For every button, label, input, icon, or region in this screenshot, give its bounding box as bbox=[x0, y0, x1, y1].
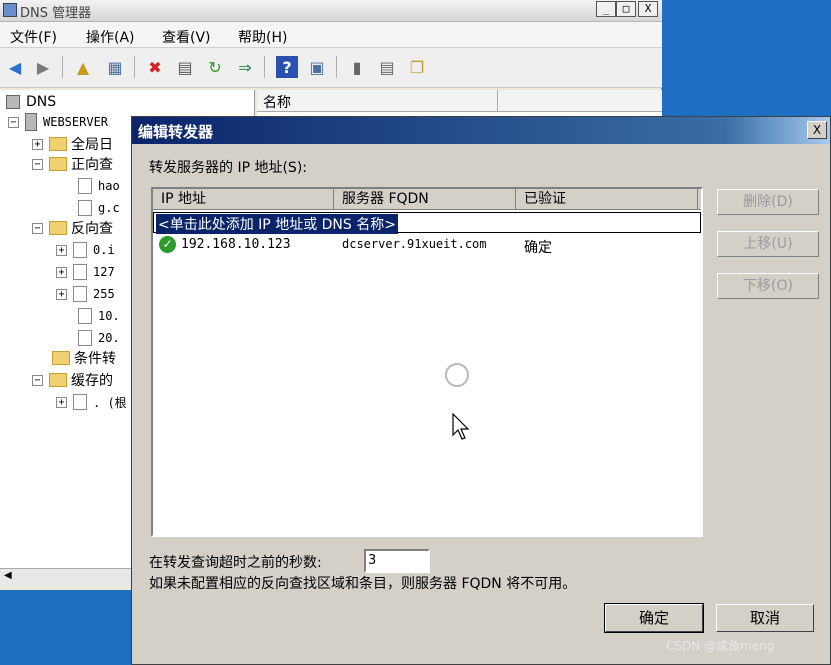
menu-view[interactable]: 查看(V) bbox=[162, 27, 211, 47]
dns-icon bbox=[6, 95, 20, 109]
tree-item[interactable]: 10. bbox=[78, 306, 120, 326]
column-fqdn[interactable]: 服务器 FQDN bbox=[334, 189, 516, 210]
zone-icon bbox=[78, 178, 92, 194]
tree-item[interactable]: g.c bbox=[78, 198, 120, 218]
forwarder-row[interactable]: ✓ 192.168.10.123 dcserver.91xueit.com 确定 bbox=[153, 235, 701, 256]
column-ip[interactable]: IP 地址 bbox=[153, 189, 334, 210]
toolbar: ◀ ▶ ▲ ▦ ✖ ▤ ↻ ⇒ ? ▣ ▮ ▤ ❐ bbox=[0, 48, 662, 88]
menu-file[interactable]: 文件(F) bbox=[10, 27, 57, 47]
servers-label: 转发服务器的 IP 地址(S): bbox=[149, 160, 307, 176]
menu-bar: 文件(F) 操作(A) 查看(V) 帮助(H) bbox=[0, 22, 662, 48]
zone-icon bbox=[73, 394, 87, 410]
check-icon: ✓ bbox=[159, 236, 176, 253]
properties-icon[interactable]: ▤ bbox=[174, 56, 196, 78]
move-down-button[interactable]: 下移(O) bbox=[717, 273, 819, 299]
folder-icon bbox=[49, 157, 67, 171]
delete-button[interactable]: 删除(D) bbox=[717, 189, 819, 215]
main-window-title: DNS 管理器 bbox=[20, 6, 92, 21]
zone-icon bbox=[78, 200, 92, 216]
close-button[interactable]: X bbox=[638, 1, 658, 17]
tree-item[interactable]: hao bbox=[78, 176, 120, 196]
server-icon bbox=[25, 113, 37, 131]
timeout-label: 在转发查询超时之前的秒数: bbox=[149, 555, 322, 571]
tree-root-dns[interactable]: DNS bbox=[6, 92, 56, 112]
refresh-icon[interactable]: ↻ bbox=[204, 56, 226, 78]
export-list-icon[interactable]: ⇒ bbox=[234, 56, 256, 78]
tree-item[interactable]: − 反向查 bbox=[32, 218, 113, 238]
zone-icon bbox=[73, 264, 87, 280]
mouse-cursor-icon bbox=[452, 413, 470, 440]
back-icon[interactable]: ◀ bbox=[4, 56, 26, 78]
dialog-titlebar: 编辑转发器 X bbox=[132, 117, 830, 144]
dialog-close-button[interactable]: X bbox=[807, 121, 827, 139]
zone-icon bbox=[78, 308, 92, 324]
copy-icon[interactable]: ❐ bbox=[406, 56, 428, 78]
tree-item[interactable]: +127 bbox=[56, 262, 115, 282]
maximize-button[interactable]: □ bbox=[616, 1, 636, 17]
zone-icon bbox=[78, 330, 92, 346]
dialog-title: 编辑转发器 bbox=[138, 123, 214, 141]
column-name[interactable]: 名称 bbox=[263, 92, 291, 112]
timeout-input[interactable]: 3 bbox=[364, 549, 430, 573]
cancel-button[interactable]: 取消 bbox=[716, 604, 814, 632]
tree-item[interactable]: +0.i bbox=[56, 240, 115, 260]
forwarders-list-header: IP 地址 服务器 FQDN 已验证 bbox=[153, 189, 701, 210]
console-icon[interactable]: ▣ bbox=[306, 56, 328, 78]
forwarder-ip: 192.168.10.123 bbox=[181, 237, 291, 252]
details-header: 名称 bbox=[257, 90, 662, 112]
menu-action[interactable]: 操作(A) bbox=[86, 27, 135, 47]
folder-icon bbox=[49, 373, 67, 387]
forward-icon[interactable]: ▶ bbox=[32, 56, 54, 78]
list-icon[interactable]: ▤ bbox=[376, 56, 398, 78]
menu-help[interactable]: 帮助(H) bbox=[238, 27, 287, 47]
edit-forwarders-dialog: 编辑转发器 X 转发服务器的 IP 地址(S): IP 地址 服务器 FQDN … bbox=[131, 116, 831, 665]
ok-button[interactable]: 确定 bbox=[604, 603, 704, 633]
add-forwarder-placeholder[interactable]: <单击此处添加 IP 地址或 DNS 名称> bbox=[156, 214, 398, 234]
folder-icon bbox=[52, 351, 70, 365]
forwarder-fqdn: dcserver.91xueit.com bbox=[342, 237, 487, 251]
forwarders-list: IP 地址 服务器 FQDN 已验证 <单击此处添加 IP 地址或 DNS 名称… bbox=[151, 187, 703, 537]
main-titlebar: DNS 管理器 _ □ X bbox=[0, 0, 662, 22]
tree-item[interactable]: 条件转 bbox=[52, 348, 116, 368]
tree-item[interactable]: − 正向查 bbox=[32, 154, 113, 174]
help-icon[interactable]: ? bbox=[276, 56, 298, 78]
minimize-button[interactable]: _ bbox=[596, 1, 616, 17]
delete-icon[interactable]: ✖ bbox=[144, 56, 166, 78]
busy-spinner-icon bbox=[445, 363, 469, 387]
move-up-button[interactable]: 上移(U) bbox=[717, 231, 819, 257]
tree-item[interactable]: +. (根 bbox=[56, 392, 127, 412]
add-forwarder-row[interactable]: <单击此处添加 IP 地址或 DNS 名称> bbox=[153, 212, 701, 234]
tree-item[interactable]: 20. bbox=[78, 328, 120, 348]
zone-icon bbox=[73, 242, 87, 258]
forwarder-verified: 确定 bbox=[524, 240, 552, 256]
server-icon[interactable]: ▮ bbox=[346, 56, 368, 78]
log-icon bbox=[49, 137, 67, 151]
collapse-icon[interactable]: − bbox=[8, 116, 19, 128]
tree-server[interactable]: − WEBSERVER bbox=[8, 112, 108, 132]
zone-icon bbox=[73, 286, 87, 302]
watermark: CSDN @咸鱼meng bbox=[666, 639, 775, 653]
up-folder-icon[interactable]: ▲ bbox=[72, 56, 94, 78]
scroll-left-icon[interactable]: ◀ bbox=[4, 570, 12, 581]
show-hide-tree-icon[interactable]: ▦ bbox=[104, 56, 126, 78]
dns-app-icon bbox=[3, 3, 17, 17]
tree-item[interactable]: − 缓存的 bbox=[32, 370, 113, 390]
folder-icon bbox=[49, 221, 67, 235]
fqdn-note: 如果未配置相应的反向查找区域和条目，则服务器 FQDN 将不可用。 bbox=[149, 576, 577, 592]
tree-item[interactable]: + 全局日 bbox=[32, 134, 113, 154]
tree-item[interactable]: +255 bbox=[56, 284, 115, 304]
column-verified[interactable]: 已验证 bbox=[516, 189, 698, 210]
